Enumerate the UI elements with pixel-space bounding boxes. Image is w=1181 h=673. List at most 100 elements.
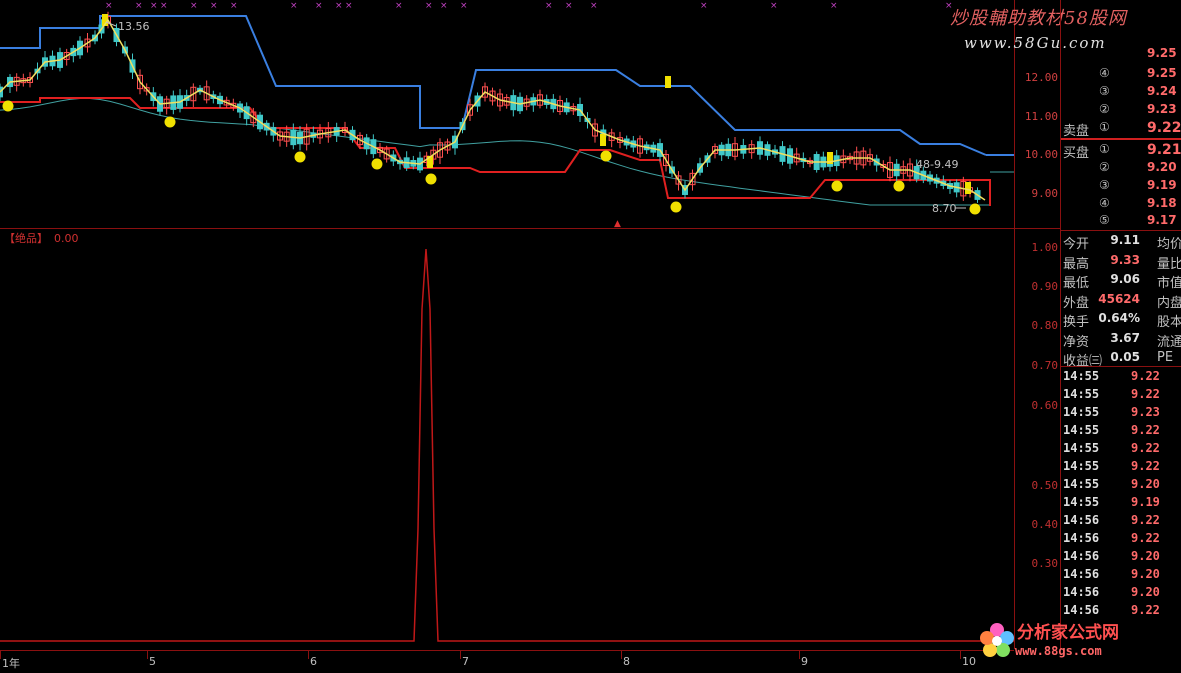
- logo: 分析家公式网 www.88gs.com: [975, 612, 1181, 672]
- tick-time: 14:56: [1063, 585, 1100, 599]
- indicator-chart[interactable]: [0, 229, 1014, 649]
- ask-price: 9.24: [1147, 84, 1177, 98]
- signal-dot: [969, 203, 981, 215]
- svg-text:×: ×: [830, 1, 838, 11]
- tick-row: 14:55 9.22: [1063, 441, 1181, 459]
- y-tick: 1.00: [1031, 241, 1059, 254]
- quote-row: 最高 9.33 量比: [1063, 253, 1181, 272]
- quote-extra-label: 流通: [1157, 334, 1181, 350]
- tick-price: 9.22: [1131, 531, 1160, 545]
- bid-level: ②: [1099, 160, 1110, 174]
- signal-dot: [425, 173, 437, 185]
- bid-price: 9.20: [1147, 160, 1177, 174]
- quote-extra-label: 内盘: [1157, 295, 1181, 311]
- quote-row: 最低 9.06 市值: [1063, 272, 1181, 291]
- tick-row: 14:55 9.22: [1063, 387, 1181, 405]
- svg-text:×: ×: [160, 1, 168, 11]
- svg-text:×: ×: [150, 1, 158, 11]
- signal-dot: [600, 150, 612, 162]
- signal-dot: [164, 116, 176, 128]
- svg-text:×: ×: [315, 1, 323, 11]
- ask-row-4[interactable]: ④ 9.25: [1061, 66, 1181, 84]
- ask-level: ①: [1099, 120, 1110, 134]
- tick-time: 14:55: [1063, 459, 1100, 473]
- tick-price: 9.22: [1131, 459, 1160, 473]
- ask-row-5[interactable]: 9.25: [1061, 46, 1181, 66]
- svg-text:×: ×: [770, 1, 778, 11]
- tick-row: 14:55 9.22: [1063, 423, 1181, 441]
- quote-value: 9.11: [1110, 233, 1140, 247]
- high-annotation: 13.56: [118, 20, 150, 33]
- tick-price: 9.23: [1131, 405, 1160, 419]
- bid-price: 9.21: [1147, 142, 1181, 158]
- y-tick: 0.90: [1031, 280, 1059, 293]
- tick-row: 14:55 9.20: [1063, 477, 1181, 495]
- quote-label: 外盘: [1063, 295, 1090, 311]
- tick-row: 14:56 9.20: [1063, 567, 1181, 585]
- ask-level: ②: [1099, 102, 1110, 116]
- svg-text:×: ×: [190, 1, 198, 11]
- quote-extra-label: 量比: [1157, 256, 1181, 272]
- ask-price: 9.22: [1147, 120, 1181, 136]
- ask-row-1[interactable]: 卖盘 ① 9.22: [1061, 120, 1181, 139]
- quote-row: 今开 9.11 均价: [1063, 233, 1181, 252]
- signal-dot: [893, 180, 905, 192]
- y-tick: 0.40: [1031, 518, 1059, 531]
- quote-panel: 9.25 ④ 9.25 ③ 9.24 ② 9.23 卖盘 ① 9.22 买盘 ①…: [1060, 0, 1181, 650]
- ask-row-3[interactable]: ③ 9.24: [1061, 84, 1181, 102]
- indicator-label: 【绝品】 0.00: [4, 230, 79, 246]
- ask-level: ③: [1099, 84, 1110, 98]
- svg-text:×: ×: [335, 1, 343, 11]
- tick-price: 9.22: [1131, 369, 1160, 383]
- ask-price: 9.25: [1147, 66, 1177, 80]
- indicator-value: 0.00: [54, 232, 79, 245]
- svg-text:×: ×: [590, 1, 598, 11]
- ask-level: ④: [1099, 66, 1110, 80]
- quote-value: 0.64%: [1098, 311, 1140, 325]
- y-tick: 9.00: [1031, 187, 1059, 200]
- bid-row-2[interactable]: ② 9.20: [1061, 160, 1181, 178]
- bid-row-1[interactable]: 买盘 ① 9.21: [1061, 142, 1181, 161]
- logo-url: www.88gs.com: [1015, 644, 1102, 658]
- y-tick: 12.00: [1024, 71, 1058, 84]
- y-tick: 0.80: [1031, 319, 1059, 332]
- bid-row-3[interactable]: ③ 9.19: [1061, 178, 1181, 196]
- x-label: 5: [149, 655, 156, 668]
- svg-text:×: ×: [135, 1, 143, 11]
- ask-row-2[interactable]: ② 9.23: [1061, 102, 1181, 120]
- quote-extra-label: 股本: [1157, 315, 1181, 330]
- svg-text:×: ×: [210, 1, 218, 11]
- bid-level: ③: [1099, 178, 1110, 192]
- tick-time: 14:56: [1063, 567, 1100, 581]
- tick-row: 14:56 9.20: [1063, 585, 1181, 603]
- tick-row: 14:55 9.22: [1063, 369, 1181, 387]
- range-annotation: 48-9.49: [916, 158, 958, 171]
- tick-price: 9.20: [1131, 567, 1160, 581]
- tick-time: 14:55: [1063, 387, 1100, 401]
- quote-label: 净资: [1063, 334, 1090, 350]
- tick-row: 14:55 9.19: [1063, 495, 1181, 513]
- quote-value: 3.67: [1110, 330, 1140, 345]
- svg-text:×: ×: [545, 1, 553, 11]
- y-tick: 0.70: [1031, 359, 1059, 372]
- bid-row-4[interactable]: ④ 9.18: [1061, 196, 1181, 214]
- quote-value: 0.05: [1110, 350, 1140, 364]
- indicator-axis: 1.00 0.90 0.80 0.70 0.60 0.50 0.40 0.30: [1014, 229, 1061, 649]
- tick-time: 14:55: [1063, 477, 1100, 491]
- tick-time: 14:56: [1063, 549, 1100, 563]
- bid-level: ①: [1099, 142, 1110, 156]
- price-chart[interactable]: × × × × × × × × × × × × × × × × × × × × × × 13.56 48-9.49 8.7…: [0, 0, 1014, 228]
- tick-price: 9.20: [1131, 585, 1160, 599]
- tick-time: 14:55: [1063, 495, 1100, 509]
- logo-text: 分析家公式网: [1017, 623, 1119, 643]
- svg-text:×: ×: [105, 1, 113, 11]
- indicator-name: 【绝品】: [4, 232, 48, 245]
- bid-level: ⑤: [1099, 213, 1110, 227]
- quote-value: 9.06: [1110, 272, 1140, 286]
- svg-text:×: ×: [565, 1, 573, 11]
- tick-row: 14:55 9.22: [1063, 459, 1181, 477]
- bid-row-5[interactable]: ⑤ 9.17: [1061, 213, 1181, 231]
- signal-dot: [670, 201, 682, 213]
- x-label: 1年: [2, 657, 20, 670]
- tick-time: 14:55: [1063, 405, 1100, 419]
